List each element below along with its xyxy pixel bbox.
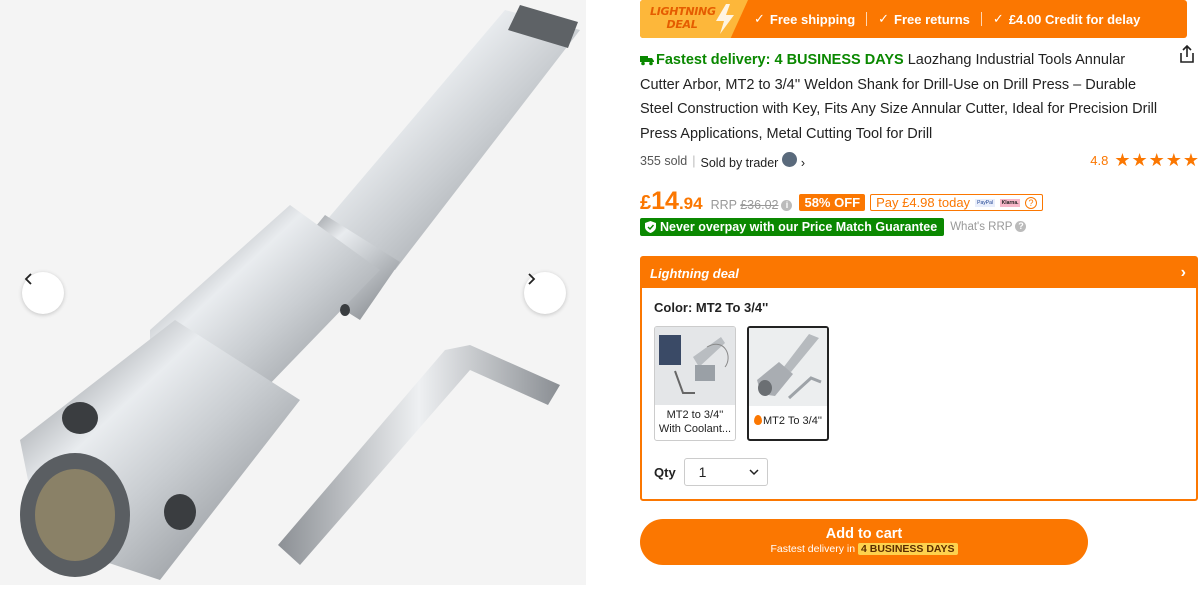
current-price: £14.94 (640, 187, 703, 215)
check-icon: ✓ (878, 11, 890, 26)
lightning-bolt-icon (716, 4, 734, 34)
divider (866, 12, 868, 26)
flame-icon (753, 415, 762, 425)
rrp-price: RRP £36.02 i (711, 198, 793, 212)
sales-seller-row: 355 sold | Sold by trader › (640, 152, 805, 170)
help-icon: ? (1015, 221, 1027, 233)
lightning-deal-banner: LIGHTNING DEAL ✓ Free shipping ✓ Free retur… (640, 0, 1187, 38)
fastest-delivery-label: Fastest delivery: 4 BUSINESS DAYS (640, 52, 904, 68)
chevron-right-icon: › (1180, 264, 1186, 281)
divider (980, 12, 982, 26)
cart-delivery-note: Fastest delivery in 4 BUSINESS DAYS (640, 543, 1088, 555)
help-icon[interactable]: ? (1025, 196, 1038, 209)
quantity-row: Qty 1 (654, 458, 768, 486)
free-returns-badge: ✓ Free returns (878, 11, 970, 27)
color-label: Color: MT2 To 3/4'' (654, 300, 769, 315)
price-row: £14.94 RRP £36.02 i 58% OFF Pay £4.98 tod… (640, 187, 1044, 216)
product-image (20, 5, 580, 580)
chevron-right-icon (528, 273, 536, 285)
chevron-right-icon: › (797, 156, 805, 170)
whats-rrp-link[interactable]: What's RRP? (950, 221, 1027, 233)
variant-option-with-coolant[interactable]: MT2 to 3/4'' With Coolant... (654, 326, 736, 441)
add-to-cart-button[interactable]: Add to cart Fastest delivery in 4 BUSINE… (640, 519, 1088, 565)
product-image-gallery[interactable] (0, 0, 586, 585)
price-guarantee-row: Never overpay with our Price Match Guara… (640, 218, 1027, 236)
quantity-value: 1 (698, 464, 707, 480)
sold-count: 355 sold (640, 154, 688, 168)
pay-later-box[interactable]: Pay £4.98 today PayPal Klarna. ? (870, 194, 1044, 211)
lightning-deal-box: Lightning deal › Color: MT2 To 3/4'' MT2… (640, 256, 1198, 501)
seller-avatar (782, 152, 798, 167)
klarna-logo-icon: Klarna. (1000, 198, 1021, 207)
check-icon: ✓ (992, 11, 1004, 26)
variant-thumbnail (749, 328, 827, 406)
rating-value: 4.8 (1090, 153, 1109, 168)
free-shipping-badge: ✓ Free shipping (754, 11, 856, 27)
product-info-panel: LIGHTNING DEAL ✓ Free shipping ✓ Free retur… (640, 0, 1200, 595)
share-icon[interactable] (1178, 44, 1196, 64)
info-icon[interactable]: i (781, 200, 793, 212)
price-match-badge[interactable]: Never overpay with our Price Match Guara… (640, 218, 945, 236)
chevron-down-icon (749, 469, 759, 476)
gallery-next-button[interactable] (524, 272, 566, 314)
quantity-select[interactable]: 1 (683, 458, 768, 486)
paypal-logo-icon: PayPal (975, 198, 996, 207)
lightning-deal-tag-text: LIGHTNING DEAL (650, 5, 716, 31)
shield-icon (645, 221, 656, 233)
add-to-cart-label: Add to cart (825, 526, 903, 542)
lightning-deal-header[interactable]: Lightning deal › (642, 258, 1196, 288)
delay-credit-badge: ✓ £4.00 Credit for delay (992, 11, 1141, 27)
product-title: Fastest delivery: 4 BUSINESS DAYS Laozha… (640, 48, 1165, 146)
variant-label: MT2 To 3/4'' (749, 406, 827, 428)
chevron-left-icon (24, 273, 32, 285)
variant-label: MT2 to 3/4'' With Coolant... (658, 409, 732, 435)
star-rating-icons: ★★★★★ (1114, 150, 1200, 171)
product-rating[interactable]: 4.8 ★★★★★ (1090, 150, 1200, 171)
seller-link[interactable]: Sold by trader › (701, 152, 805, 170)
check-icon: ✓ (754, 11, 765, 26)
truck-icon (640, 56, 654, 66)
gallery-prev-button[interactable] (22, 272, 64, 314)
variant-thumbnail (655, 327, 735, 405)
discount-badge: 58% OFF (799, 194, 866, 211)
divider: | (692, 154, 696, 168)
variant-option-mt2[interactable]: MT2 To 3/4'' (747, 326, 829, 441)
quantity-label: Qty (654, 464, 676, 480)
